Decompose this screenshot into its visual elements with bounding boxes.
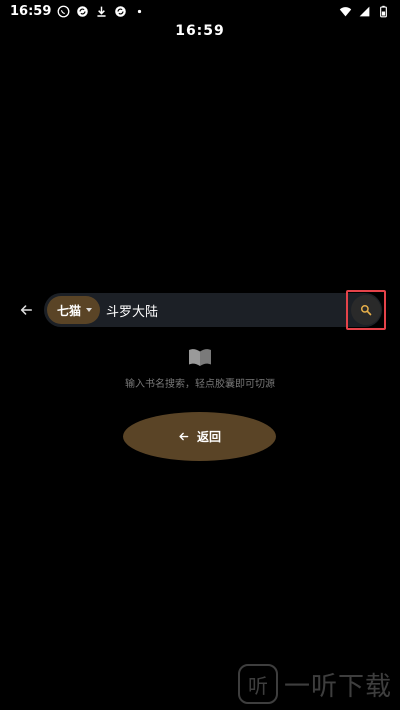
- top-clock: 16:59: [175, 23, 225, 39]
- search-box: 七猫: [44, 290, 386, 330]
- source-chip-label: 七猫: [57, 303, 82, 318]
- battery-icon: [377, 5, 390, 18]
- wifi-icon: [339, 5, 352, 18]
- whatsapp-icon: [57, 5, 70, 18]
- search-button[interactable]: [351, 295, 381, 325]
- return-button[interactable]: 返回: [123, 412, 276, 461]
- signal-icon: [358, 5, 371, 18]
- dot-icon: [133, 5, 146, 18]
- status-left: 16:59: [10, 4, 146, 19]
- search-input[interactable]: [106, 295, 382, 325]
- watermark: 听 一听下载: [238, 664, 398, 704]
- search-row: 七猫: [12, 290, 390, 330]
- back-arrow-icon[interactable]: [12, 292, 40, 328]
- sync-icon: [114, 5, 127, 18]
- arrow-left-icon: [179, 432, 189, 441]
- search-button-highlight: [346, 290, 386, 330]
- status-bar: 16:59: [0, 0, 400, 22]
- watermark-text: 一听下载: [284, 671, 393, 702]
- watermark-logo: 听: [238, 664, 278, 704]
- search-icon: [360, 304, 372, 316]
- chevron-down-icon: [86, 308, 93, 312]
- empty-hint-text: 输入书名搜索，轻点胶囊即可切源: [125, 379, 275, 390]
- download-icon: [95, 5, 108, 18]
- status-right: [339, 5, 390, 18]
- book-icon: [188, 347, 212, 367]
- status-time: 16:59: [10, 3, 52, 19]
- source-chip[interactable]: 七猫: [47, 296, 101, 324]
- return-button-label: 返回: [196, 430, 221, 444]
- screen: 16:59 16:59 七猫 斗罗大陆 输入书名搜索，轻点胶囊即可切源 返回 听…: [0, 0, 400, 710]
- sync-icon: [76, 5, 89, 18]
